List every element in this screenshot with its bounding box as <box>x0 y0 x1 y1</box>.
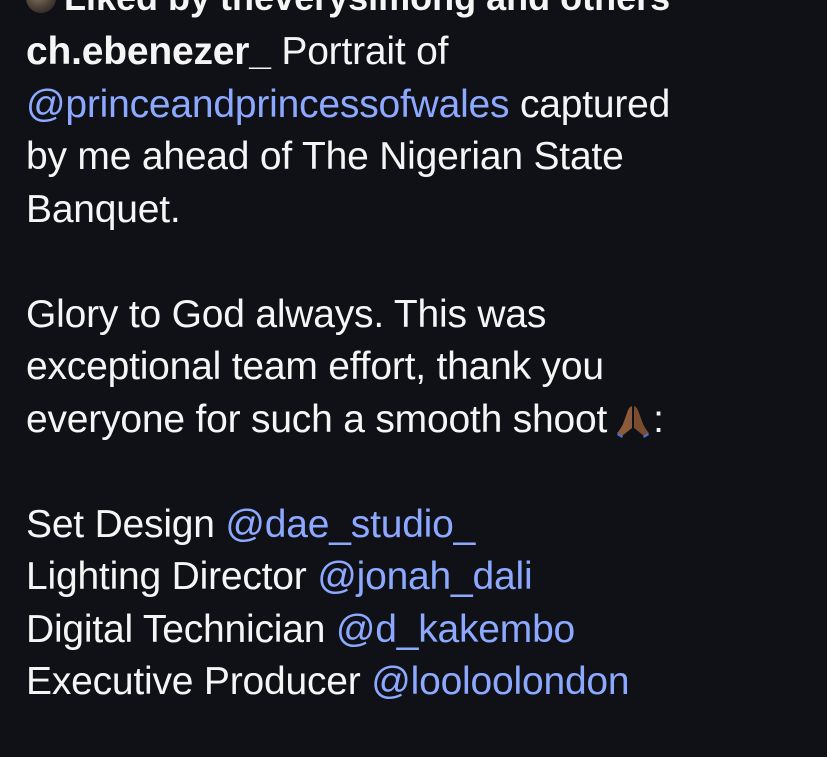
caption-line-8-suffix: : <box>653 397 664 441</box>
praying-hands-icon <box>615 400 651 453</box>
liked-by-row[interactable]: Liked by theveryslmong and others <box>26 0 670 16</box>
caption-after-royal: captured <box>519 82 671 126</box>
mention-link[interactable]: @looloolondon <box>371 660 629 703</box>
caption-username[interactable]: ch.ebenezer_ <box>26 30 271 73</box>
caption-line-4: Banquet. <box>26 187 181 231</box>
post-caption: ch.ebenezer_ Portrait of @princeandprinc… <box>26 26 806 709</box>
caption-line-8: everyone for such a smooth shoot : <box>26 394 806 447</box>
mention-link[interactable]: @dae_studio_ <box>225 503 475 546</box>
credit-row-executive-producer: Executive Producer @looloolondon <box>26 656 806 709</box>
caption-line-2: @princeandprincessofwales captured <box>26 79 806 132</box>
caption-line-6: Glory to God always. This was <box>26 292 547 336</box>
credit-role: Lighting Director <box>26 555 307 598</box>
credit-role: Digital Technician <box>26 607 326 651</box>
credit-role: Set Design <box>26 502 215 546</box>
caption-line-8-text: everyone for such a smooth shoot <box>26 397 608 441</box>
caption-line-1: ch.ebenezer_ Portrait of <box>26 26 806 79</box>
credit-row-digital-technician: Digital Technician @d_kakembo <box>26 604 806 657</box>
credit-role: Executive Producer <box>26 660 361 703</box>
caption-line-7: exceptional team effort, thank you <box>26 345 604 388</box>
liker-avatar[interactable] <box>26 0 56 13</box>
caption-line-3: by me ahead of The Nigerian State <box>26 135 624 178</box>
caption-intro-text: Portrait of <box>281 30 449 73</box>
credit-row-lighting-director: Lighting Director @jonah_dali <box>26 551 806 604</box>
mention-link-royal[interactable]: @princeandprincessofwales <box>26 83 510 126</box>
caption-blank-line-2 <box>26 446 806 499</box>
liked-by-text[interactable]: Liked by theveryslmong and others <box>64 0 670 16</box>
mention-link[interactable]: @jonah_dali <box>317 555 532 598</box>
mention-link[interactable]: @d_kakembo <box>336 608 575 651</box>
credit-row-set-design: Set Design @dae_studio_ <box>26 499 806 552</box>
